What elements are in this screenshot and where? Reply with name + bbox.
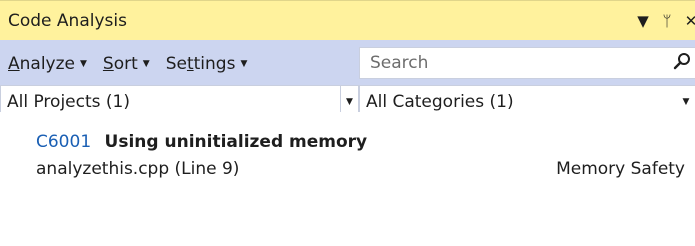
menu-label-accesskey: S — [102, 54, 114, 74]
menu-label-suffix: tings — [193, 54, 236, 74]
result-item[interactable]: C6001 Using uninitialized memory analyze… — [0, 112, 695, 246]
chevron-down-icon: ▼ — [346, 96, 353, 107]
analyze-menu[interactable]: Analyze ▼ — [8, 54, 87, 74]
menu-label-suffix: nalyze — [19, 54, 75, 74]
search-icon[interactable] — [666, 52, 695, 75]
menu-bar: Analyze ▼ Sort ▼ Se t tings ▼ — [8, 54, 247, 74]
toolbar: Analyze ▼ Sort ▼ Se t tings ▼ Search All P… — [0, 40, 695, 118]
menu-label-accesskey: A — [8, 54, 20, 74]
code-analysis-titlebar: Code Analysis ▼ ᛘ ✕ — [0, 0, 695, 40]
chevron-down-icon: ▼ — [80, 59, 87, 69]
warning-description: Using uninitialized memory — [104, 132, 368, 152]
result-details: analyzethis.cpp (Line 9) Memory Safety — [36, 159, 695, 179]
settings-menu[interactable]: Se t tings ▼ — [166, 54, 248, 74]
categories-filter-value: All Categories (1) — [366, 91, 514, 112]
chevron-down-icon[interactable]: ▼ — [674, 97, 695, 107]
file-location[interactable]: analyzethis.cpp (Line 9) — [36, 159, 556, 179]
chevron-down-icon: ▼ — [240, 59, 248, 69]
window-title: Code Analysis — [8, 10, 127, 31]
window-options-icon[interactable]: ▼ — [631, 12, 655, 30]
menu-label-accesskey: t — [186, 54, 194, 74]
search-box[interactable]: Search — [359, 47, 695, 79]
warning-category: Memory Safety — [556, 159, 685, 179]
warning-code-link[interactable]: C6001 — [36, 132, 91, 152]
result-header: C6001 Using uninitialized memory — [36, 132, 367, 152]
menu-label-suffix: ort — [113, 54, 138, 74]
projects-filter-value: All Projects (1) — [7, 91, 130, 112]
chevron-down-icon: ▼ — [142, 59, 150, 69]
sort-menu[interactable]: Sort ▼ — [103, 54, 150, 74]
menu-label-prefix: Se — [165, 54, 187, 74]
close-icon[interactable]: ✕ — [679, 12, 695, 30]
window-buttons: ▼ ᛘ ✕ — [631, 12, 695, 30]
search-input[interactable]: Search — [370, 53, 666, 73]
pin-icon[interactable]: ᛘ — [655, 12, 679, 30]
